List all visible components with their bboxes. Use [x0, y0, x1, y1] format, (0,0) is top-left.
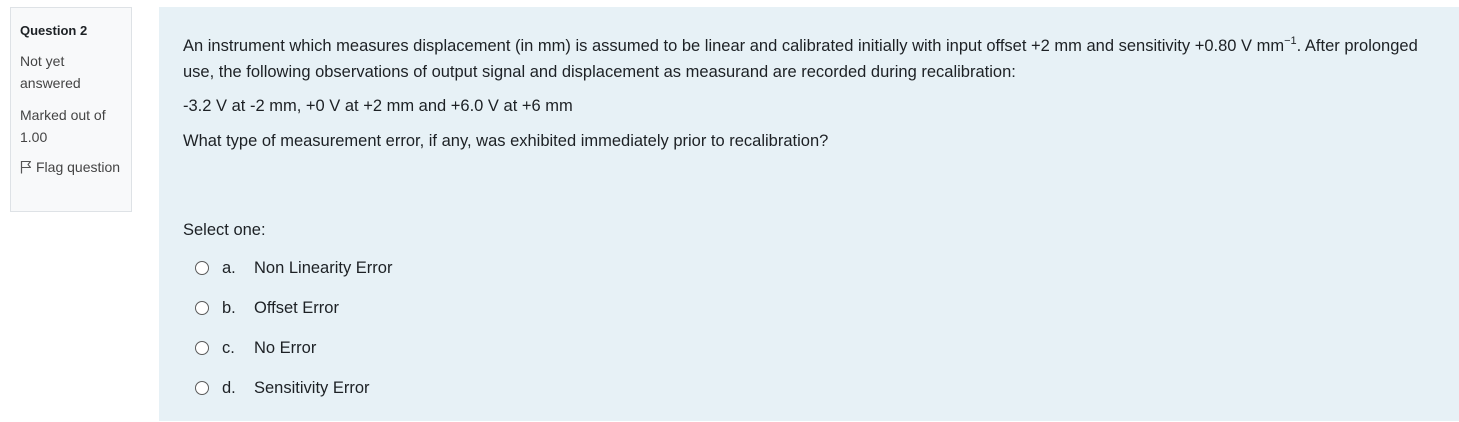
question-grade: Marked out of 1.00 — [20, 107, 106, 145]
question-number-label: Question 2 — [20, 22, 122, 40]
option-letter: d. — [222, 378, 236, 397]
answer-options: a. Non Linearity Error b. Offset Error c… — [183, 248, 1435, 408]
option-label: Sensitivity Error — [254, 378, 370, 397]
question-content: An instrument which measures displacemen… — [159, 7, 1459, 421]
radio-button-c[interactable] — [195, 341, 209, 355]
answer-option-c[interactable]: c. No Error — [183, 328, 1435, 368]
question-text: An instrument which measures displacemen… — [183, 33, 1435, 154]
question-para-main: An instrument which measures displacemen… — [183, 37, 1285, 55]
option-label: No Error — [254, 338, 317, 357]
radio-button-d[interactable] — [195, 381, 209, 395]
flag-question-link[interactable]: Flag question — [20, 156, 122, 178]
option-label: Offset Error — [254, 298, 339, 317]
observations-text: -3.2 V at -2 mm, +0 V at +2 mm and +6.0 … — [183, 97, 573, 115]
select-one-prompt: Select one: — [183, 221, 266, 239]
radio-button-a[interactable] — [195, 261, 209, 275]
answer-option-a[interactable]: a. Non Linearity Error — [183, 248, 1435, 288]
flag-question-label: Flag question — [36, 159, 121, 175]
flag-icon — [20, 158, 32, 174]
question-prompt-text: What type of measurement error, if any, … — [183, 132, 829, 150]
answer-option-d[interactable]: d. Sensitivity Error — [183, 368, 1435, 408]
question-info-panel: Question 2 Not yet answered Marked out o… — [10, 7, 132, 212]
option-letter: c. — [222, 338, 235, 357]
question-word: Question — [20, 23, 77, 38]
option-letter: a. — [222, 258, 236, 277]
option-letter: b. — [222, 298, 236, 317]
answer-option-b[interactable]: b. Offset Error — [183, 288, 1435, 328]
question-number: 2 — [79, 23, 88, 38]
question-paragraph: An instrument which measures displacemen… — [183, 33, 1435, 85]
radio-button-b[interactable] — [195, 301, 209, 315]
question-state: Not yet answered — [20, 53, 81, 91]
unit-exponent: −1 — [1284, 35, 1297, 47]
option-label: Non Linearity Error — [254, 258, 393, 277]
